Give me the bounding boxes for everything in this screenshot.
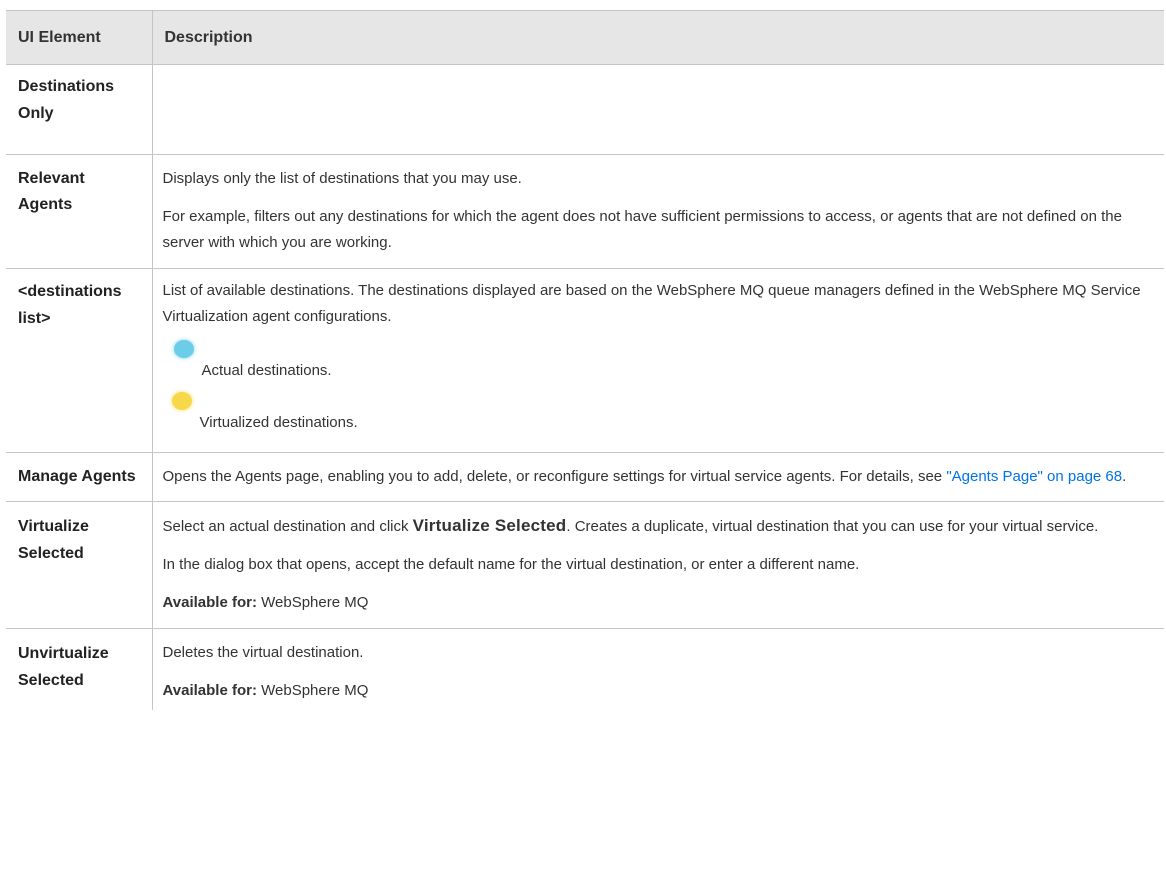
legend-label: Virtualized destinations.	[199, 414, 358, 431]
ui-elements-table: UI Element Description Destinations Only…	[6, 10, 1164, 710]
description-text: Opens the Agents page, enabling you to a…	[162, 468, 947, 485]
table-row: Manage Agents Opens the Agents page, ena…	[6, 452, 1164, 502]
description-paragraph: Deletes the virtual destination.	[162, 644, 364, 661]
availability-note: Available for: WebSphere MQ	[163, 590, 1155, 616]
table-row: Unvirtualize Selected Deletes the virtua…	[6, 628, 1164, 711]
ui-element-description: List of available destinations. The dest…	[152, 268, 1164, 453]
description-paragraph: Select an actual destination and click V…	[163, 513, 1155, 540]
table-row: Relevant Agents Displays only the list o…	[6, 154, 1164, 269]
legend-item-virtualized: Virtualized destinations.	[171, 392, 1155, 436]
column-header-description: Description	[151, 10, 1164, 65]
ui-element-name: Manage Agents	[6, 452, 153, 502]
ui-element-description	[152, 64, 1164, 155]
description-bold-text: Virtualize Selected	[412, 516, 567, 535]
availability-value: WebSphere MQ	[256, 594, 369, 611]
virtualized-destination-icon	[171, 392, 192, 410]
ui-element-name: Relevant Agents	[6, 154, 153, 269]
ui-element-name: Destinations Only	[6, 64, 153, 155]
actual-destination-icon	[173, 340, 194, 358]
table-row: Virtualize Selected Select an actual des…	[6, 501, 1164, 629]
table-row: <destinations list> List of available de…	[6, 268, 1164, 453]
description-text: .	[1122, 468, 1127, 485]
table-row: Destinations Only	[6, 64, 1164, 155]
availability-value: WebSphere MQ	[256, 682, 369, 699]
availability-label: Available for:	[162, 594, 257, 611]
legend-item-actual: Actual destinations.	[173, 340, 1155, 384]
description-text: Select an actual destination and click	[162, 518, 413, 535]
description-paragraph: Displays only the list of destinations t…	[162, 170, 522, 187]
ui-element-name: Virtualize Selected	[6, 501, 153, 629]
description-paragraph: For example, filters out any destination…	[162, 208, 1122, 251]
ui-element-name: Unvirtualize Selected	[6, 628, 153, 710]
ui-element-description: Deletes the virtual destination. Availab…	[152, 629, 1164, 711]
availability-label: Available for:	[162, 682, 257, 699]
description-paragraph: In the dialog box that opens, accept the…	[162, 556, 860, 573]
description-text: . Creates a duplicate, virtual destinati…	[566, 518, 1099, 535]
description-paragraph: List of available destinations. The dest…	[162, 282, 1141, 325]
availability-note: Available for: WebSphere MQ	[163, 678, 1155, 704]
agents-page-link[interactable]: "Agents Page" on page 68	[946, 468, 1122, 485]
description-paragraph: Opens the Agents page, enabling you to a…	[163, 464, 1155, 490]
ui-element-description: Displays only the list of destinations t…	[152, 154, 1164, 269]
ui-element-description: Opens the Agents page, enabling you to a…	[152, 452, 1164, 502]
ui-element-description: Select an actual destination and click V…	[152, 501, 1164, 629]
column-header-ui-element: UI Element	[6, 10, 152, 65]
legend-label: Actual destinations.	[201, 362, 332, 379]
table-header-row: UI Element Description	[6, 10, 1164, 65]
ui-element-name: <destinations list>	[6, 268, 153, 453]
